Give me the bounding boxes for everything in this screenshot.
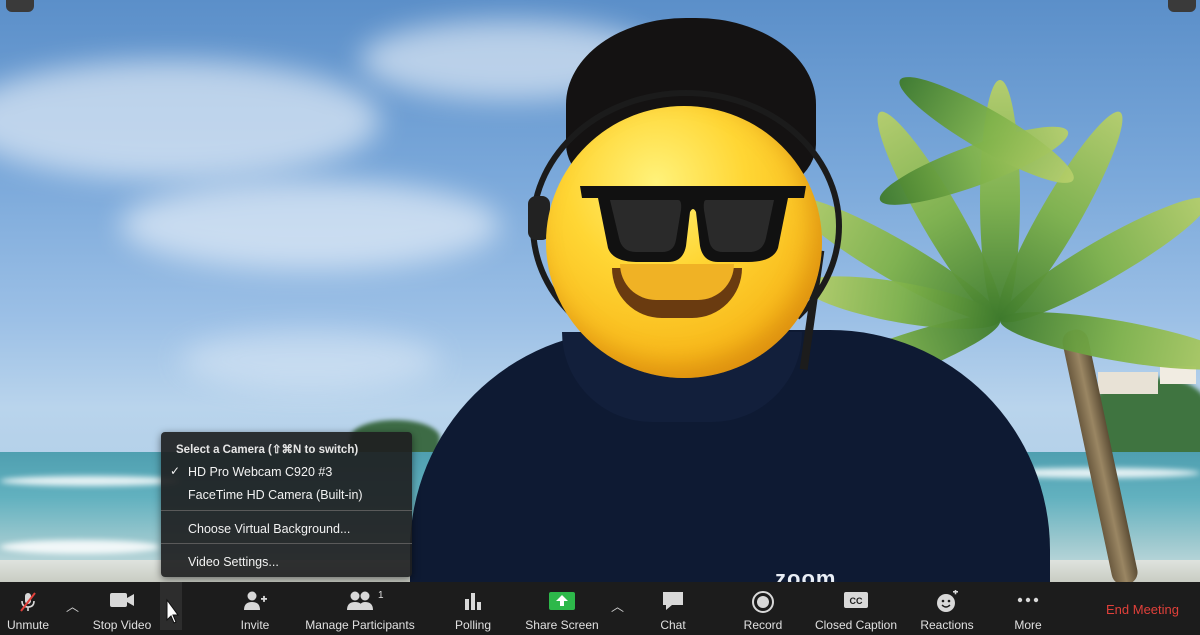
- record-icon: [752, 591, 774, 613]
- camera-option-label: FaceTime HD Camera (Built-in): [188, 488, 363, 502]
- video-camera-icon: [110, 593, 134, 607]
- wave: [0, 540, 160, 554]
- fullscreen-icon[interactable]: [1168, 0, 1196, 12]
- camera-option-facetime[interactable]: FaceTime HD Camera (Built-in): [161, 484, 412, 506]
- video-options-caret-button[interactable]: [160, 582, 182, 630]
- cloud: [0, 60, 380, 180]
- reactions-button[interactable]: Reactions: [916, 582, 978, 632]
- polling-button[interactable]: Polling: [448, 582, 498, 632]
- emoji-smile-mask: [620, 264, 734, 300]
- smiley-plus-icon: [937, 590, 958, 612]
- audio-options-caret-icon[interactable]: ︿: [66, 596, 79, 615]
- manage-participants-button[interactable]: 1 Manage Participants: [300, 582, 420, 632]
- participant-count: 1: [378, 590, 384, 601]
- building: [1098, 372, 1158, 394]
- menu-item-label: Video Settings...: [188, 555, 279, 569]
- end-meeting-button[interactable]: End Meeting: [1106, 602, 1179, 617]
- checkmark-icon: ✓: [170, 464, 181, 478]
- menu-item-label: Choose Virtual Background...: [188, 522, 351, 536]
- share-screen-button[interactable]: Share Screen: [520, 582, 604, 632]
- view-icon[interactable]: [6, 0, 34, 12]
- share-options-caret-icon[interactable]: ︿: [611, 596, 624, 615]
- chat-bubble-icon: [663, 592, 683, 610]
- record-button[interactable]: Record: [736, 582, 790, 632]
- muted-mic-icon: [20, 592, 36, 612]
- camera-option-webcam[interactable]: ✓ HD Pro Webcam C920 #3: [161, 461, 412, 483]
- svg-text:CC: CC: [850, 596, 863, 606]
- sunglasses-icon: [580, 186, 806, 262]
- mouse-cursor-icon: [166, 598, 179, 624]
- chat-button[interactable]: Chat: [650, 582, 696, 632]
- add-person-icon: [244, 591, 267, 610]
- cloud: [120, 180, 500, 270]
- video-settings-item[interactable]: Video Settings...: [161, 551, 412, 573]
- menu-divider: [161, 543, 412, 544]
- bar-chart-icon: [465, 593, 481, 610]
- cloud: [180, 330, 440, 390]
- camera-option-label: HD Pro Webcam C920 #3: [188, 465, 333, 479]
- participants-icon: [347, 591, 373, 610]
- menu-divider: [161, 510, 412, 511]
- camera-menu: Select a Camera (⇧⌘N to switch) ✓ HD Pro…: [161, 432, 412, 577]
- meeting-toolbar: Unmute ︿ Stop Video Invite 1 Manage Part…: [0, 582, 1200, 632]
- more-dots-icon: [1017, 597, 1039, 603]
- closed-caption-icon: CC: [844, 592, 868, 608]
- camera-menu-header: Select a Camera (⇧⌘N to switch): [176, 444, 359, 456]
- share-screen-icon: [549, 592, 575, 610]
- more-button[interactable]: More: [1004, 582, 1052, 632]
- unmute-button[interactable]: Unmute: [0, 582, 56, 632]
- choose-virtual-background-item[interactable]: Choose Virtual Background...: [161, 518, 412, 540]
- shirt-logo: zoom: [775, 566, 837, 582]
- closed-caption-button[interactable]: CC Closed Caption: [806, 582, 906, 632]
- invite-button[interactable]: Invite: [230, 582, 280, 632]
- stop-video-button[interactable]: Stop Video: [86, 582, 158, 632]
- wave: [0, 476, 180, 486]
